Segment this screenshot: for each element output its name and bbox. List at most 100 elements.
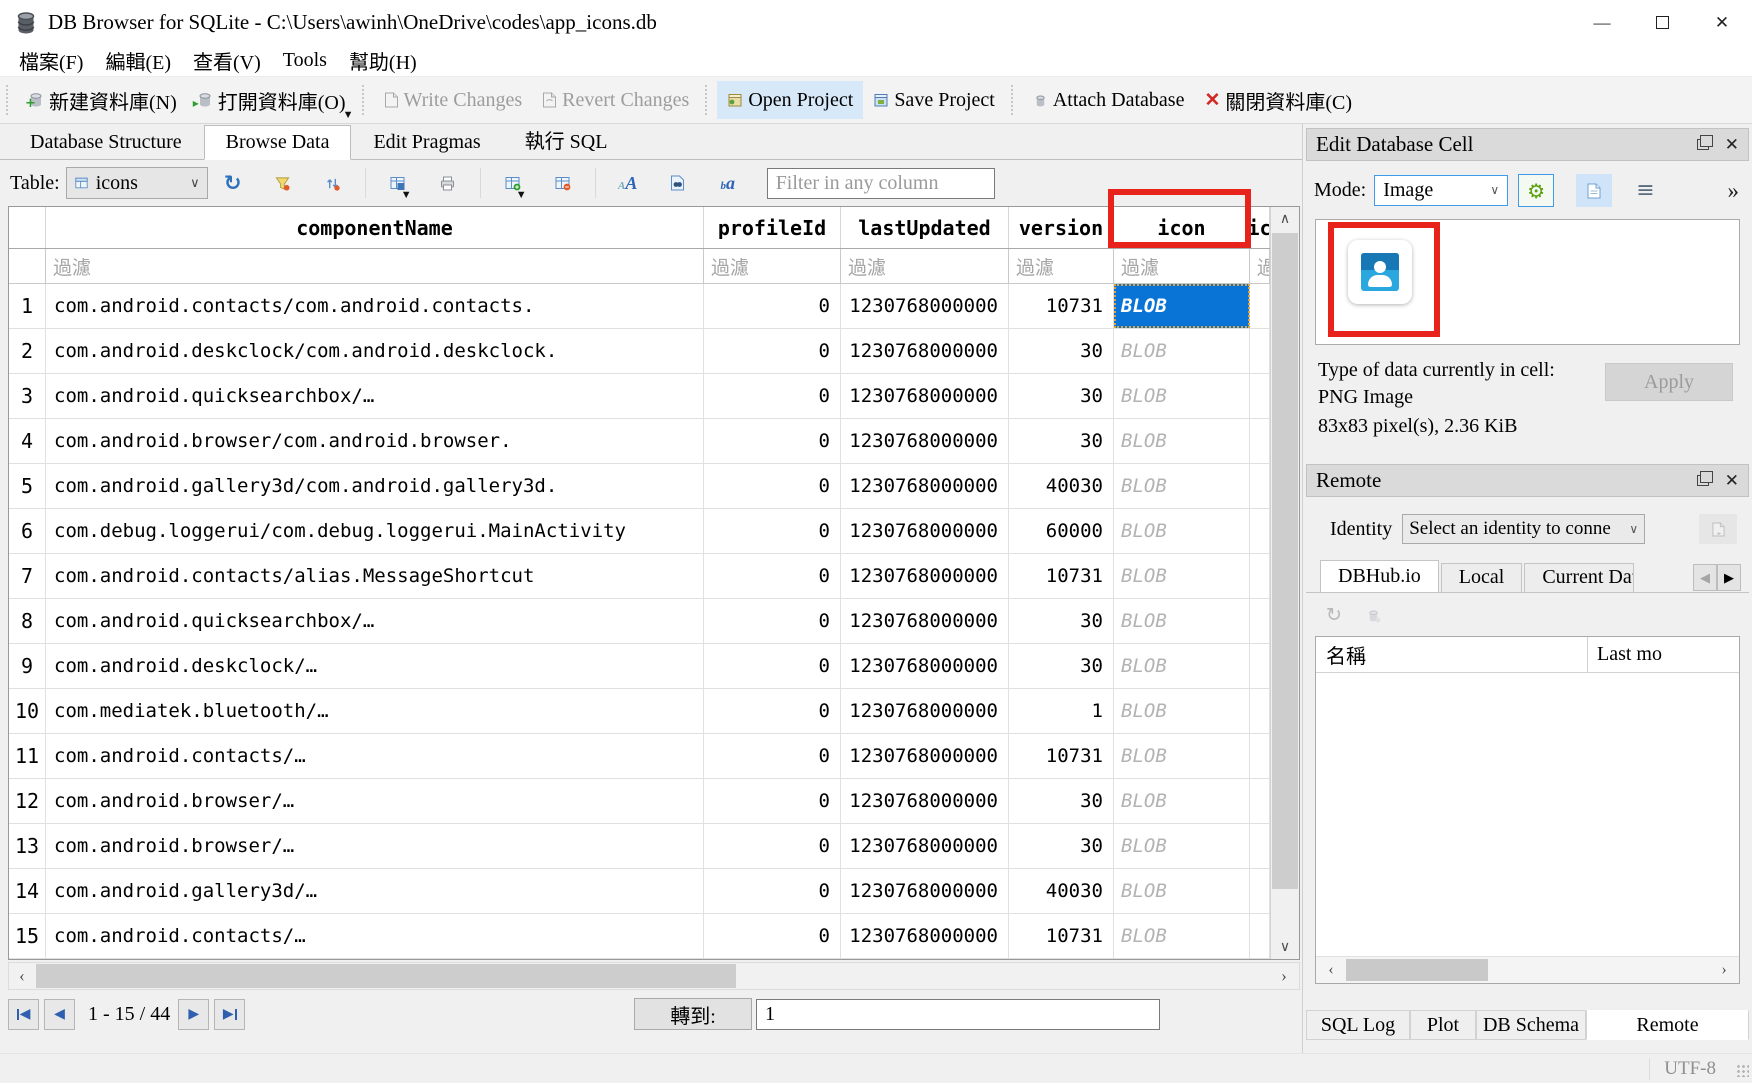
row-number[interactable]: 10: [9, 689, 46, 733]
cell-componentName[interactable]: com.mediatek.bluetooth/…: [46, 689, 704, 733]
row-number[interactable]: 12: [9, 779, 46, 823]
close-button[interactable]: ✕: [1692, 0, 1752, 45]
cell-icon-blob[interactable]: BLOB: [1114, 419, 1250, 463]
cell-componentName[interactable]: com.android.contacts/com.android.contact…: [46, 284, 704, 328]
scroll-left-icon[interactable]: ‹: [9, 963, 35, 989]
tab-database-structure[interactable]: Database Structure: [8, 126, 204, 159]
row-number[interactable]: 4: [9, 419, 46, 463]
cell-version[interactable]: 10731: [1009, 554, 1114, 598]
row-number[interactable]: 9: [9, 644, 46, 688]
close-database-button[interactable]: ✕ 關閉資料庫(C): [1194, 81, 1362, 119]
cell-version[interactable]: 10731: [1009, 284, 1114, 328]
menu-view[interactable]: 查看(V): [182, 46, 272, 75]
cell-icon-blob[interactable]: BLOB: [1114, 779, 1250, 823]
filter-partial[interactable]: 過濾: [1250, 249, 1270, 283]
new-database-button[interactable]: + 新建資料庫(N): [18, 81, 187, 119]
scroll-up-icon[interactable]: ∧: [1271, 207, 1299, 231]
word-wrap-icon[interactable]: ≡: [1636, 178, 1654, 203]
column-header-partial[interactable]: ic: [1250, 207, 1270, 248]
cell-profileId[interactable]: 0: [704, 284, 841, 328]
cell-lastUpdated[interactable]: 1230768000000: [841, 869, 1009, 913]
previous-record-button[interactable]: ◀: [44, 999, 75, 1030]
cell-profileId[interactable]: 0: [704, 329, 841, 373]
filter-profileId[interactable]: 過濾: [704, 249, 841, 283]
delete-record-button[interactable]: [547, 167, 579, 199]
tab-edit-pragmas[interactable]: Edit Pragmas: [351, 126, 502, 159]
print-button[interactable]: [432, 167, 464, 199]
refresh-button[interactable]: ↻: [217, 167, 249, 199]
cell-lastUpdated[interactable]: 1230768000000: [841, 509, 1009, 553]
column-header-profileId[interactable]: profileId: [704, 207, 841, 248]
cell-version[interactable]: 1: [1009, 689, 1114, 733]
cell-lastUpdated[interactable]: 1230768000000: [841, 599, 1009, 643]
cell-icon-blob[interactable]: BLOB: [1114, 374, 1250, 418]
cell-componentName[interactable]: com.debug.loggerui/com.debug.loggerui.Ma…: [46, 509, 704, 553]
cell-componentName[interactable]: com.android.quicksearchbox/…: [46, 374, 704, 418]
attach-database-button[interactable]: Attach Database: [1023, 81, 1195, 119]
column-header-version[interactable]: version: [1009, 207, 1114, 248]
save-record-button[interactable]: ▼: [382, 167, 414, 199]
apply-button[interactable]: Apply: [1605, 363, 1733, 401]
new-record-menu-arrow[interactable]: ▼: [516, 189, 527, 201]
cell-lastUpdated[interactable]: 1230768000000: [841, 734, 1009, 778]
horizontal-scrollbar[interactable]: ‹ ›: [8, 962, 1300, 990]
save-record-menu-arrow[interactable]: ▼: [401, 189, 412, 201]
cell-icon-blob[interactable]: BLOB: [1114, 329, 1250, 373]
tab-execute-sql[interactable]: 執行 SQL: [503, 126, 630, 159]
cell-profileId[interactable]: 0: [704, 824, 841, 868]
cell-profileId[interactable]: 0: [704, 779, 841, 823]
cell-lastUpdated[interactable]: 1230768000000: [841, 554, 1009, 598]
cell-version[interactable]: 10731: [1009, 914, 1114, 958]
cell-lastUpdated[interactable]: 1230768000000: [841, 464, 1009, 508]
cell-componentName[interactable]: com.android.browser/…: [46, 779, 704, 823]
menu-tools[interactable]: Tools: [272, 49, 338, 72]
cell-componentName[interactable]: com.android.deskclock/com.android.deskcl…: [46, 329, 704, 373]
open-database-button[interactable]: ▸ 打開資料庫(O) ▼: [187, 81, 356, 119]
tab-db-schema[interactable]: DB Schema: [1476, 1010, 1586, 1040]
cell-version[interactable]: 10731: [1009, 734, 1114, 778]
row-number[interactable]: 5: [9, 464, 46, 508]
cell-profileId[interactable]: 0: [704, 914, 841, 958]
maximize-button[interactable]: [1632, 0, 1692, 45]
tab-sql-log[interactable]: SQL Log: [1306, 1010, 1410, 1040]
clear-sort-button[interactable]: [317, 167, 349, 199]
cell-version[interactable]: 30: [1009, 824, 1114, 868]
filter-icon[interactable]: 過濾: [1114, 249, 1250, 283]
vertical-scrollbar-thumb[interactable]: [1272, 233, 1298, 889]
row-number[interactable]: 2: [9, 329, 46, 373]
horizontal-scrollbar-thumb[interactable]: [36, 964, 736, 988]
cell-icon-blob[interactable]: BLOB: [1114, 644, 1250, 688]
column-header-icon[interactable]: icon: [1114, 207, 1250, 248]
tab-scroll-left-button[interactable]: ◀: [1693, 564, 1717, 591]
row-number[interactable]: 7: [9, 554, 46, 598]
cell-lastUpdated[interactable]: 1230768000000: [841, 824, 1009, 868]
cell-profileId[interactable]: 0: [704, 554, 841, 598]
cell-version[interactable]: 30: [1009, 374, 1114, 418]
cell-componentName[interactable]: com.android.contacts/…: [46, 734, 704, 778]
scroll-right-icon[interactable]: ›: [1711, 957, 1737, 983]
row-number[interactable]: 13: [9, 824, 46, 868]
cell-profileId[interactable]: 0: [704, 734, 841, 778]
filter-componentName[interactable]: 過濾: [46, 249, 704, 283]
cell-version[interactable]: 30: [1009, 419, 1114, 463]
cell-icon-blob[interactable]: BLOB: [1114, 824, 1250, 868]
row-number[interactable]: 14: [9, 869, 46, 913]
cell-icon-blob[interactable]: BLOB: [1114, 869, 1250, 913]
cell-icon-blob[interactable]: BLOB: [1114, 689, 1250, 733]
tab-plot[interactable]: Plot: [1410, 1010, 1476, 1040]
menu-file[interactable]: 檔案(F): [8, 46, 94, 75]
cell-lastUpdated[interactable]: 1230768000000: [841, 419, 1009, 463]
close-panel-icon[interactable]: ✕: [1725, 471, 1739, 491]
tab-scroll-right-button[interactable]: ▶: [1717, 564, 1741, 591]
cell-profileId[interactable]: 0: [704, 419, 841, 463]
filter-lastUpdated[interactable]: 過濾: [841, 249, 1009, 283]
cell-version[interactable]: 40030: [1009, 464, 1114, 508]
resize-grip[interactable]: [1736, 1064, 1749, 1077]
cell-lastUpdated[interactable]: 1230768000000: [841, 689, 1009, 733]
cell-componentName[interactable]: com.android.contacts/alias.MessageShortc…: [46, 554, 704, 598]
cell-lastUpdated[interactable]: 1230768000000: [841, 779, 1009, 823]
next-record-button[interactable]: ▶: [178, 999, 209, 1030]
remote-scrollbar-thumb[interactable]: [1346, 959, 1488, 981]
table-dropdown[interactable]: icons ∨: [66, 167, 208, 199]
row-number[interactable]: 1: [9, 284, 46, 328]
